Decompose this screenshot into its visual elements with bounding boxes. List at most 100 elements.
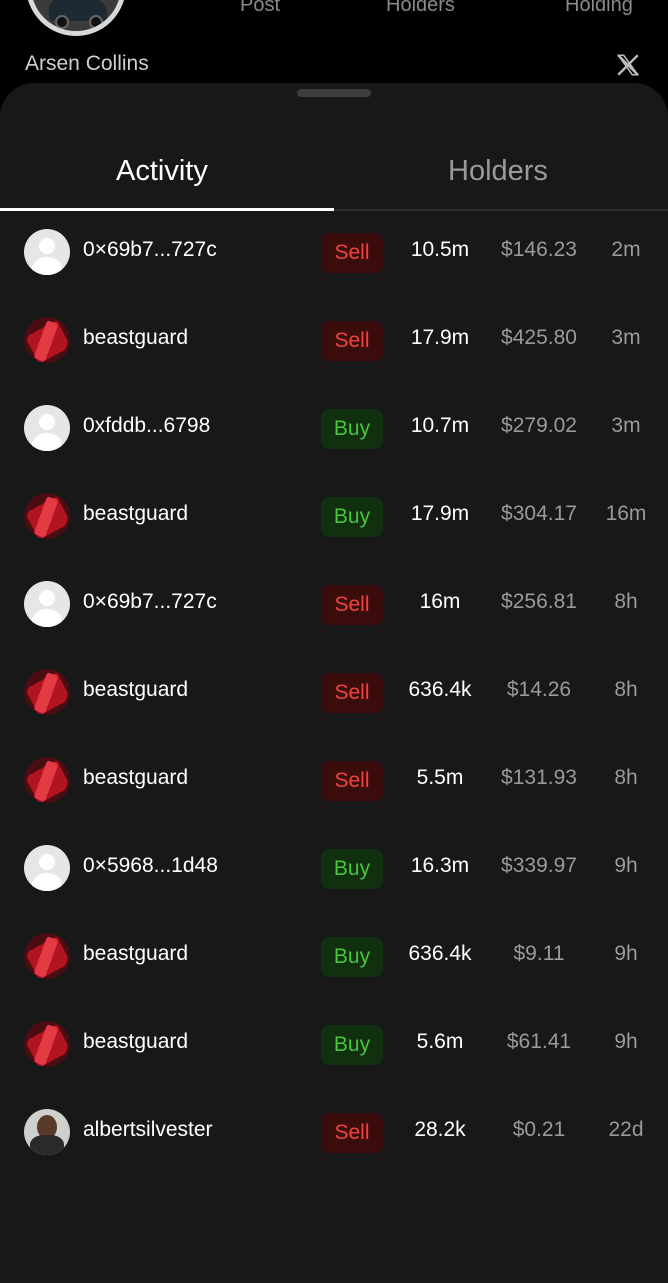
profile-name: Arsen Collins xyxy=(25,52,149,75)
activity-row[interactable]: 0xfddb...6798 Buy 10.7m $279.02 3m xyxy=(0,384,668,472)
token-amount: 5.5m xyxy=(416,766,464,789)
user-avatar[interactable] xyxy=(24,1021,70,1067)
sell-badge: Sell xyxy=(321,585,383,625)
time-ago: 8h xyxy=(614,766,638,789)
activity-row[interactable]: 0×5968...1d48 Buy 16.3m $339.97 9h xyxy=(0,824,668,912)
usd-value: $146.23 xyxy=(501,238,577,261)
avatar-head xyxy=(39,854,55,870)
tab-activity[interactable]: Activity xyxy=(116,155,208,188)
sell-badge: Sell xyxy=(321,233,383,273)
stat-holders-label[interactable]: Holders xyxy=(386,0,455,17)
activity-list: 0×69b7...727c Sell 10.5m $146.23 2m beastguar… xyxy=(0,208,668,1176)
user-name[interactable]: 0×5968...1d48 xyxy=(83,854,218,878)
time-ago: 3m xyxy=(611,326,641,349)
token-amount: 10.5m xyxy=(410,238,470,261)
stat-post-label[interactable]: Post xyxy=(240,0,280,17)
user-avatar[interactable] xyxy=(24,493,70,539)
buy-badge: Buy xyxy=(321,937,383,977)
avatar-head xyxy=(39,414,55,430)
time-ago: 22d xyxy=(608,1118,644,1141)
activity-row[interactable]: albertsilvester Sell 28.2k $0.21 22d xyxy=(0,1088,668,1176)
avatar-torso xyxy=(30,1135,64,1155)
user-name[interactable]: beastguard xyxy=(83,678,188,702)
drag-handle[interactable] xyxy=(297,89,371,97)
avatar-body xyxy=(32,873,62,891)
usd-value: $9.11 xyxy=(513,942,565,965)
token-amount: 636.4k xyxy=(408,678,472,701)
usd-value: $0.21 xyxy=(512,1118,566,1141)
user-avatar[interactable] xyxy=(24,1109,70,1155)
sell-badge: Sell xyxy=(321,761,383,801)
time-ago: 9h xyxy=(614,1030,638,1053)
user-name[interactable]: 0×69b7...727c xyxy=(83,238,217,262)
activity-row[interactable]: 0×69b7...727c Sell 16m $256.81 8h xyxy=(0,560,668,648)
time-ago: 3m xyxy=(611,414,641,437)
avatar-head xyxy=(39,590,55,606)
usd-value: $339.97 xyxy=(501,854,577,877)
user-avatar[interactable] xyxy=(24,581,70,627)
user-avatar[interactable] xyxy=(24,933,70,979)
user-name[interactable]: beastguard xyxy=(83,766,188,790)
avatar-body xyxy=(32,609,62,627)
buy-badge: Buy xyxy=(321,849,383,889)
usd-value: $304.17 xyxy=(501,502,577,525)
user-name[interactable]: beastguard xyxy=(83,1030,188,1054)
x-logo-icon[interactable] xyxy=(615,52,641,78)
activity-row[interactable]: 0×69b7...727c Sell 10.5m $146.23 2m xyxy=(0,208,668,296)
time-ago: 8h xyxy=(614,590,638,613)
car-wheel xyxy=(55,15,69,29)
sell-badge: Sell xyxy=(321,673,383,713)
tab-holders[interactable]: Holders xyxy=(448,155,548,188)
time-ago: 16m xyxy=(605,502,647,525)
usd-value: $131.93 xyxy=(501,766,577,789)
avatar-body xyxy=(32,257,62,275)
user-name[interactable]: 0×69b7...727c xyxy=(83,590,217,614)
tab-bar: Activity Holders xyxy=(0,143,668,211)
usd-value: $61.41 xyxy=(506,1030,572,1053)
token-amount: 5.6m xyxy=(416,1030,464,1053)
buy-badge: Buy xyxy=(321,497,383,537)
usd-value: $256.81 xyxy=(501,590,577,613)
stat-holding-label[interactable]: Holding xyxy=(565,0,633,17)
usd-value: $14.26 xyxy=(506,678,572,701)
user-name[interactable]: beastguard xyxy=(83,326,188,350)
token-amount: 16.3m xyxy=(410,854,470,877)
user-avatar[interactable] xyxy=(24,405,70,451)
time-ago: 9h xyxy=(614,854,638,877)
user-avatar[interactable] xyxy=(24,757,70,803)
avatar-body xyxy=(32,433,62,451)
buy-badge: Buy xyxy=(321,409,383,449)
user-avatar[interactable] xyxy=(24,229,70,275)
user-name[interactable]: beastguard xyxy=(83,502,188,526)
user-name[interactable]: albertsilvester xyxy=(83,1118,213,1142)
activity-row[interactable]: beastguard Sell 636.4k $14.26 8h xyxy=(0,648,668,736)
activity-row[interactable]: beastguard Buy 5.6m $61.41 9h xyxy=(0,1000,668,1088)
activity-row[interactable]: beastguard Sell 17.9m $425.80 3m xyxy=(0,296,668,384)
usd-value: $279.02 xyxy=(501,414,577,437)
token-amount: 636.4k xyxy=(408,942,472,965)
activity-row[interactable]: beastguard Buy 636.4k $9.11 9h xyxy=(0,912,668,1000)
sell-badge: Sell xyxy=(321,1113,383,1153)
user-avatar[interactable] xyxy=(24,845,70,891)
token-amount: 16m xyxy=(419,590,461,613)
sell-badge: Sell xyxy=(321,321,383,361)
usd-value: $425.80 xyxy=(501,326,577,349)
token-amount: 28.2k xyxy=(414,1118,466,1141)
token-amount: 17.9m xyxy=(410,502,470,525)
time-ago: 2m xyxy=(611,238,641,261)
car-wheel xyxy=(89,15,103,29)
token-amount: 17.9m xyxy=(410,326,470,349)
token-amount: 10.7m xyxy=(410,414,470,437)
activity-row[interactable]: beastguard Buy 17.9m $304.17 16m xyxy=(0,472,668,560)
time-ago: 9h xyxy=(614,942,638,965)
user-avatar[interactable] xyxy=(24,669,70,715)
activity-row[interactable]: beastguard Sell 5.5m $131.93 8h xyxy=(0,736,668,824)
user-name[interactable]: 0xfddb...6798 xyxy=(83,414,210,438)
profile-avatar[interactable] xyxy=(26,0,126,36)
activity-sheet: Activity Holders 0×69b7...727c Sell 10.5m $… xyxy=(0,83,668,1283)
buy-badge: Buy xyxy=(321,1025,383,1065)
user-avatar[interactable] xyxy=(24,317,70,363)
user-name[interactable]: beastguard xyxy=(83,942,188,966)
avatar-head xyxy=(39,238,55,254)
time-ago: 8h xyxy=(614,678,638,701)
